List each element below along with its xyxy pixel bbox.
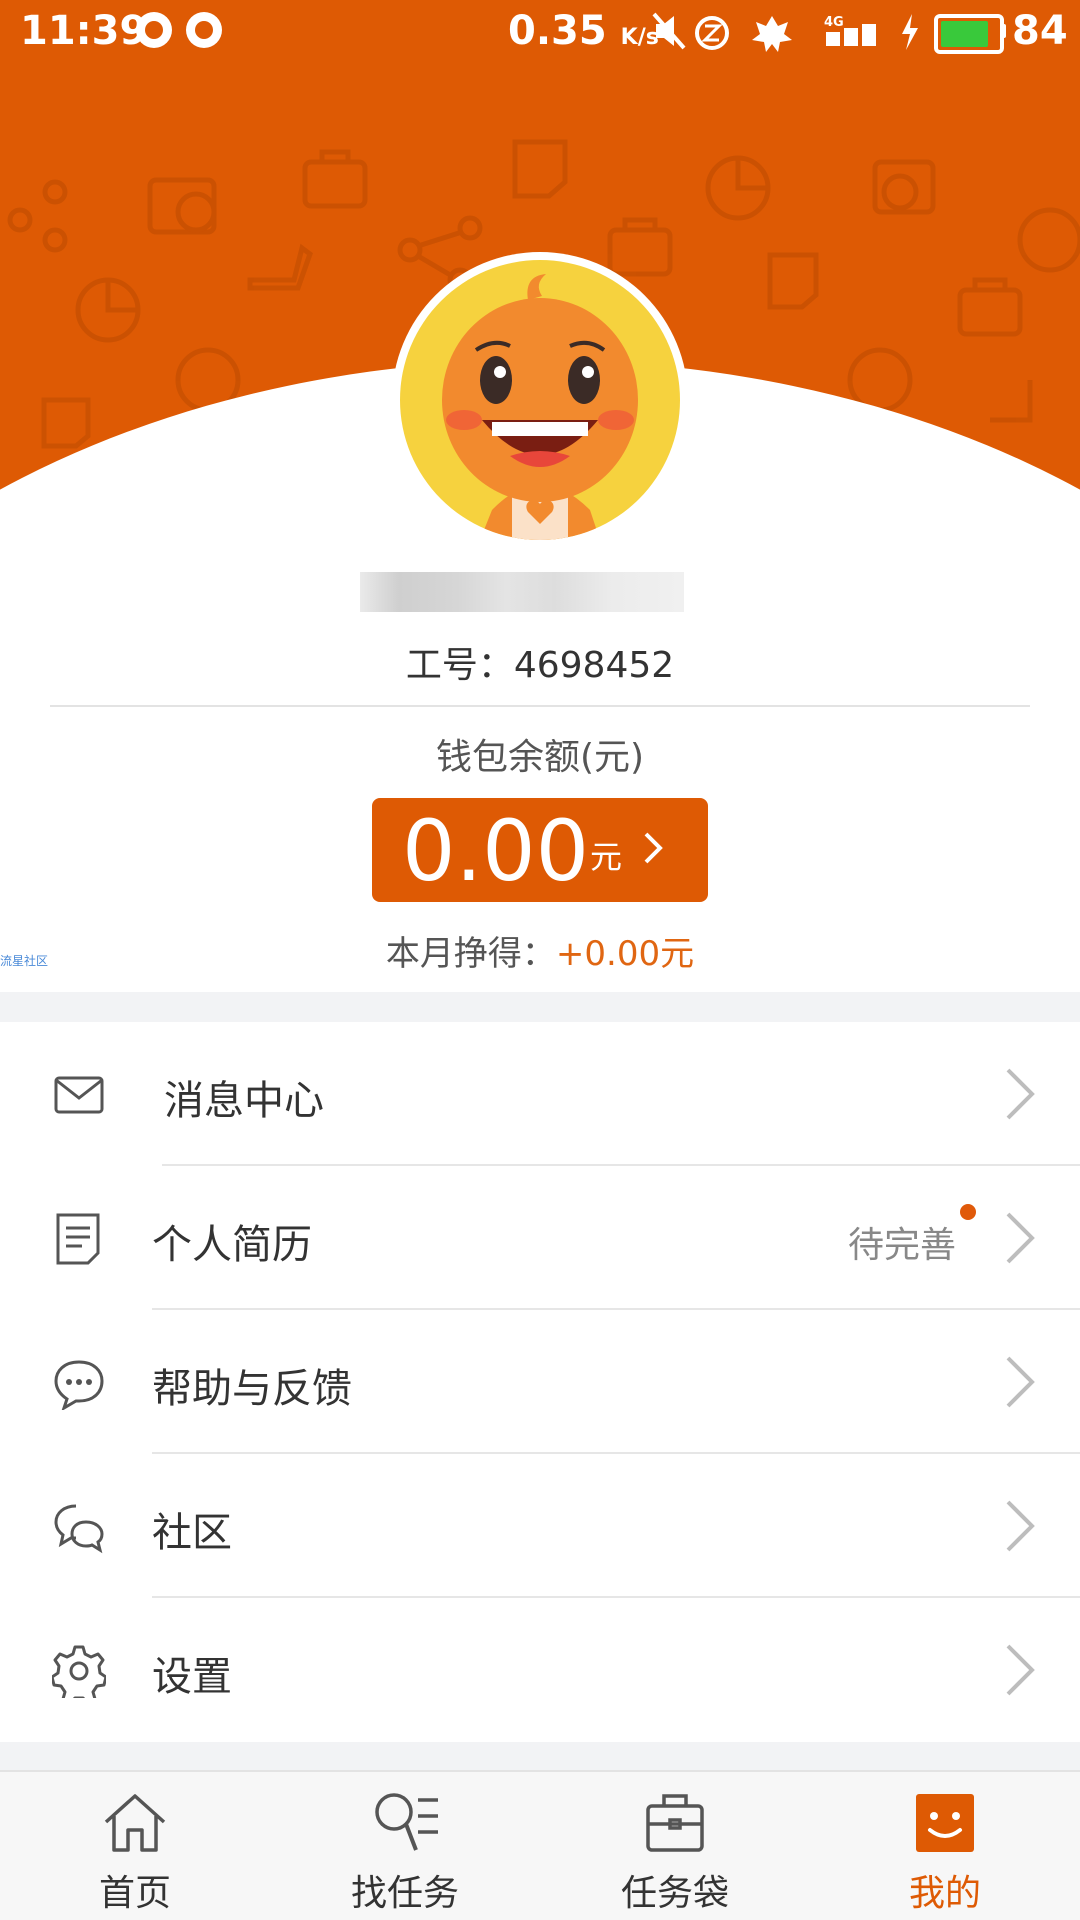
chevron-right-icon [644, 832, 663, 864]
mute-icon [652, 12, 686, 50]
chevron-right-icon [1006, 1500, 1035, 1552]
battery-fill [941, 21, 988, 47]
menu-label: 个人简历 [152, 1222, 312, 1268]
resume-icon [56, 1213, 100, 1265]
staff-id: 工号：4698452 [405, 645, 675, 686]
menu-label: 设置 [152, 1654, 232, 1700]
resume-status: 待完善 [847, 1225, 956, 1266]
month-earnings: 本月挣得：+0.00元 [0, 926, 1080, 975]
tab-mine[interactable]: 我的 [810, 1772, 1080, 1920]
app-logo-icon [752, 16, 792, 52]
divider [50, 705, 1030, 707]
menu-item-settings[interactable]: 设置 [0, 1598, 1080, 1742]
status-bar: 11:39 0.35 K/s 4G 84 [0, 0, 1080, 66]
community-icon [54, 1504, 104, 1554]
bottom-tab-bar: 首页 找任务 任务袋 我的 [0, 1770, 1080, 1920]
chevron-right-icon [1006, 1644, 1035, 1696]
net-speed: 0.35 K/s [508, 8, 659, 54]
month-earn-label: 本月挣得： [385, 934, 556, 974]
tab-home[interactable]: 首页 [0, 1772, 270, 1920]
battery-cap [1000, 24, 1006, 38]
section-gap [0, 992, 1080, 1022]
tab-label: 首页 [98, 1873, 171, 1914]
app-notify-icon [186, 12, 222, 48]
balance-unit: 元 [590, 838, 623, 876]
signal-4g-icon: 4G [824, 15, 876, 46]
menu-label: 消息中心 [164, 1078, 324, 1124]
chevron-right-icon [1006, 1212, 1035, 1264]
search-task-icon [375, 1793, 438, 1851]
battery-level: 84 [1012, 8, 1068, 54]
tab-label: 任务袋 [620, 1873, 729, 1914]
menu-item-community[interactable]: 社区 [0, 1454, 1080, 1598]
net-speed-value: 0.35 [508, 8, 607, 54]
menu-label: 社区 [152, 1510, 232, 1556]
section-gap [0, 1742, 1080, 1770]
sync-icon [136, 12, 172, 48]
menu-label: 帮助与反馈 [152, 1366, 352, 1412]
svg-text:4G: 4G [824, 15, 844, 30]
wallet-balance-button[interactable]: 0.00 元 [372, 798, 708, 902]
status-left-icons [136, 12, 222, 48]
briefcase-icon [646, 1794, 704, 1852]
community-link[interactable]: 流星社区 [0, 952, 48, 969]
battery-icon [934, 14, 1004, 54]
chevron-right-icon [1006, 1356, 1035, 1408]
mascot-avatar [442, 274, 638, 540]
home-icon [104, 1794, 166, 1852]
alarm-icon [695, 16, 729, 50]
tab-task-bag[interactable]: 任务袋 [540, 1772, 810, 1920]
menu-item-help-feedback[interactable]: 帮助与反馈 [0, 1310, 1080, 1454]
chat-bubble-icon [54, 1360, 104, 1410]
month-earn-value: +0.00元 [555, 934, 695, 974]
charging-icon [902, 14, 918, 50]
username-blurred [360, 572, 684, 612]
balance-amount: 0.00 [402, 802, 590, 900]
avatar[interactable] [392, 252, 688, 548]
gear-icon [52, 1645, 106, 1698]
tab-label: 我的 [908, 1873, 981, 1914]
notification-dot [960, 1204, 976, 1220]
smile-face-icon [916, 1794, 974, 1852]
profile-page: 11:39 0.35 K/s 4G 84 工号：4698452 钱包余额(元) … [0, 0, 1080, 1920]
menu-item-resume[interactable]: 个人简历 待完善 [0, 1166, 1080, 1310]
avatar-image [400, 260, 680, 540]
tab-label: 找任务 [350, 1873, 459, 1914]
mail-icon [54, 1076, 104, 1114]
tab-find-task[interactable]: 找任务 [270, 1772, 540, 1920]
wallet-label: 钱包余额(元) [435, 737, 645, 778]
settings-menu: 消息中心 个人简历 待完善 帮助与反馈 社区 设置 [0, 1022, 1080, 1742]
chevron-right-icon [1006, 1068, 1035, 1120]
menu-item-messages[interactable]: 消息中心 [0, 1022, 1080, 1166]
status-time: 11:39 [20, 8, 148, 54]
